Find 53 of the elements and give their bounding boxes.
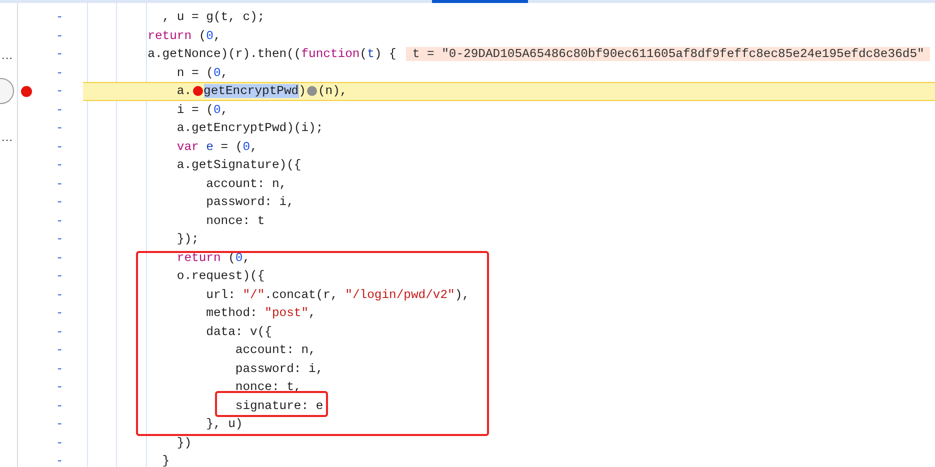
code-line: });	[176, 232, 199, 246]
code-line: })	[176, 436, 192, 450]
line-number: -	[56, 214, 64, 228]
line-number: -	[56, 343, 64, 358]
code-line: a.getSignature)({	[176, 158, 302, 172]
line-number: -	[56, 436, 64, 450]
breakpoint-icon[interactable]	[21, 86, 32, 97]
pause-dot-icon[interactable]	[306, 86, 317, 96]
code-line: a.getNonce)(r).then((function(t) {	[148, 47, 396, 62]
code-line: i = (0,	[176, 102, 228, 117]
line-number: -	[56, 454, 64, 467]
code-line: method: "post",	[206, 306, 316, 320]
line-number: -	[56, 232, 64, 246]
breakpoint-dot-icon[interactable]	[192, 86, 203, 96]
code-line: url: "/".concat(r, "/login/pwd/v2"),	[206, 288, 470, 302]
line-number: -	[56, 28, 64, 43]
code-line: , u = g(t, c);	[162, 10, 265, 24]
line-number: -	[56, 288, 64, 302]
code-line: return (0,	[148, 28, 221, 43]
line-number: -	[56, 269, 64, 284]
code-line: nonce: t	[206, 214, 265, 228]
code-line: account: n,	[206, 176, 287, 191]
code-line: }	[162, 454, 170, 467]
line-number: -	[56, 306, 64, 320]
line-number: -	[56, 417, 64, 432]
line-number: -	[56, 66, 64, 80]
code-line: }, u)	[206, 417, 243, 432]
line-number: -	[56, 398, 64, 413]
code-line: account: n,	[235, 343, 316, 358]
line-number: -	[56, 362, 64, 376]
code-line: signature: e	[235, 398, 324, 413]
line-number: -	[56, 380, 64, 394]
line-number: -	[56, 195, 64, 210]
code-line: n = (0,	[176, 66, 228, 80]
line-number: -	[56, 102, 64, 117]
line-number: -	[56, 121, 64, 136]
code-line: data: v({	[206, 324, 272, 339]
code-line: password: i,	[206, 195, 294, 210]
code-line: o.request)({	[176, 269, 265, 284]
truncated-label: …	[0, 48, 14, 62]
line-number: -	[56, 47, 64, 62]
line-number: -	[56, 84, 64, 98]
inline-value: t = "0-29DAD105A65486c80bf90ec611605af8df9feffc8ec85e24e195efdc8e36d5"	[406, 47, 930, 62]
code-line: a.getEncryptPwd)(i);	[176, 121, 324, 136]
code-line: password: i,	[235, 362, 324, 376]
line-number: -	[56, 176, 64, 191]
truncated-label: …	[0, 130, 14, 144]
line-number: -	[56, 250, 64, 265]
line-number: -	[56, 140, 64, 154]
line-number: -	[56, 324, 64, 339]
line-number: -	[56, 158, 64, 172]
line-number: -	[56, 10, 64, 24]
code-line: var e = (0,	[176, 140, 258, 154]
